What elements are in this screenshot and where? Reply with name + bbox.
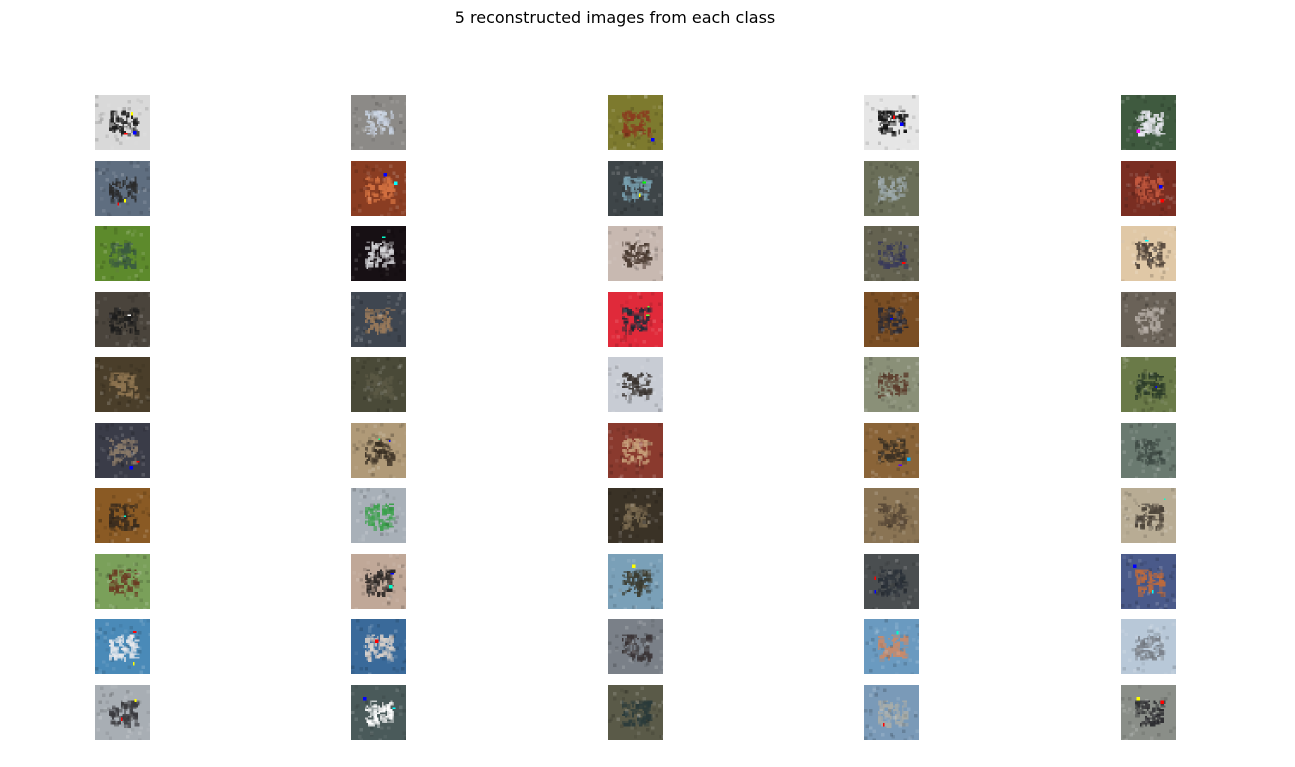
reconstructed-image <box>1121 685 1176 740</box>
reconstructed-image <box>864 423 919 478</box>
reconstructed-image <box>351 226 406 281</box>
reconstructed-image <box>608 554 663 609</box>
reconstructed-image <box>864 292 919 347</box>
image-grid <box>0 0 1295 767</box>
reconstructed-image <box>95 161 150 216</box>
reconstructed-image <box>351 554 406 609</box>
reconstructed-image <box>608 161 663 216</box>
reconstructed-image <box>351 685 406 740</box>
reconstructed-image <box>95 554 150 609</box>
reconstructed-image <box>1121 423 1176 478</box>
reconstructed-image <box>608 488 663 543</box>
reconstructed-image <box>351 95 406 150</box>
reconstructed-image <box>351 357 406 412</box>
reconstructed-image <box>95 95 150 150</box>
reconstructed-image <box>95 685 150 740</box>
reconstructed-image <box>351 292 406 347</box>
reconstructed-image <box>608 685 663 740</box>
reconstructed-image <box>95 488 150 543</box>
reconstructed-image <box>95 292 150 347</box>
reconstructed-image <box>864 95 919 150</box>
reconstructed-image <box>864 488 919 543</box>
reconstructed-image <box>864 554 919 609</box>
reconstructed-image <box>1121 95 1176 150</box>
reconstructed-image <box>1121 554 1176 609</box>
reconstructed-image <box>608 292 663 347</box>
reconstructed-image <box>608 357 663 412</box>
reconstructed-image <box>351 488 406 543</box>
reconstructed-image <box>608 619 663 674</box>
reconstructed-image <box>95 226 150 281</box>
reconstructed-image <box>1121 226 1176 281</box>
reconstructed-image <box>1121 292 1176 347</box>
reconstructed-image <box>351 423 406 478</box>
reconstructed-image <box>1121 161 1176 216</box>
reconstructed-image <box>608 423 663 478</box>
reconstructed-image <box>95 357 150 412</box>
reconstructed-image <box>864 161 919 216</box>
reconstructed-image <box>864 685 919 740</box>
reconstructed-image <box>864 226 919 281</box>
reconstructed-image <box>1121 619 1176 674</box>
reconstructed-image <box>1121 488 1176 543</box>
reconstructed-image <box>608 226 663 281</box>
reconstructed-image <box>864 619 919 674</box>
reconstructed-image <box>351 619 406 674</box>
reconstructed-image <box>1121 357 1176 412</box>
reconstructed-image <box>95 423 150 478</box>
reconstructed-image <box>351 161 406 216</box>
reconstructed-image <box>864 357 919 412</box>
reconstructed-image <box>608 95 663 150</box>
reconstructed-image <box>95 619 150 674</box>
